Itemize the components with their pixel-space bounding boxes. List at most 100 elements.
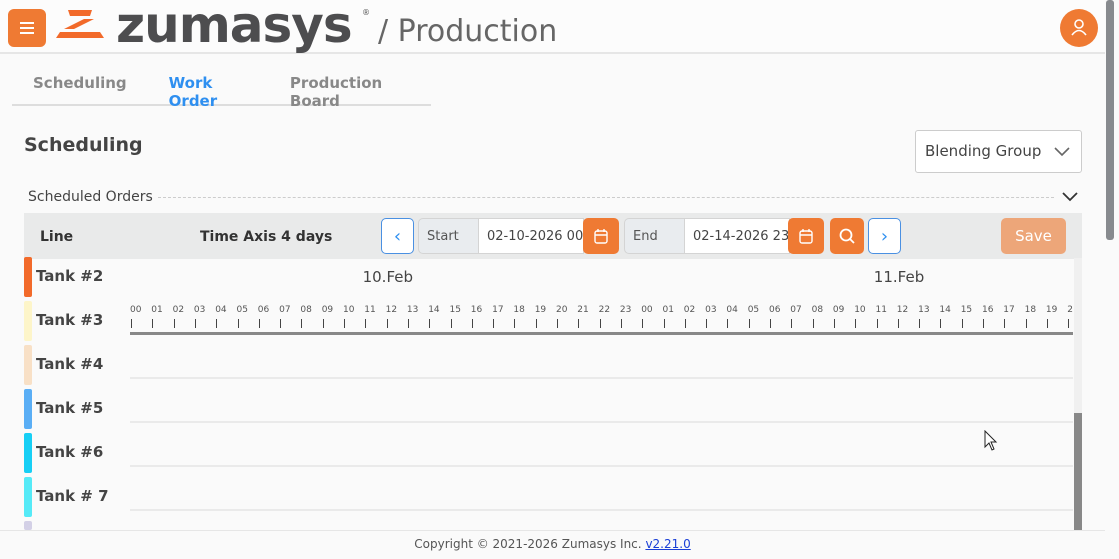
hour-tick: [1025, 319, 1027, 328]
end-calendar-button[interactable]: [788, 218, 824, 254]
tab-scheduling[interactable]: Scheduling: [12, 64, 148, 104]
chart-scrollbar-thumb[interactable]: [1074, 413, 1082, 530]
hour-tick: [386, 319, 388, 328]
search-button[interactable]: [830, 218, 864, 254]
hour-label: 15: [449, 305, 461, 315]
section-heading: Scheduling: [24, 134, 143, 156]
hour-label: 03: [705, 305, 717, 315]
hour-label: 03: [193, 305, 206, 315]
hour-tick: [748, 319, 750, 328]
hour-label: 06: [769, 305, 781, 315]
hour-tick: [280, 319, 282, 328]
hour-label: 18: [513, 305, 525, 315]
hour-label: 09: [832, 305, 845, 315]
row-separator: [130, 465, 1073, 467]
hour-tick: [791, 319, 793, 328]
user-avatar-button[interactable]: [1060, 9, 1098, 47]
timeline-chart[interactable]: 10.Feb 00 01 02 03 04 05 06 07 08 09 10 11 12 13 14 15 16…: [130, 258, 1073, 530]
hour-label: 07: [790, 305, 802, 315]
hour-label: 17: [492, 305, 504, 315]
hour-label: 05: [747, 305, 760, 315]
search-icon: [839, 228, 855, 244]
hour-tick: [812, 319, 814, 328]
calendar-icon: [594, 229, 608, 244]
hour-tick: [152, 319, 154, 328]
hour-tick: [940, 319, 942, 328]
hour-label: 20: [556, 305, 568, 315]
time-axis-line: [130, 332, 1073, 335]
hour-label: 04: [726, 305, 738, 315]
brand-logo: zumasys: [116, 0, 353, 54]
hour-tick: [194, 319, 196, 328]
chevron-left-icon: ‹: [393, 225, 402, 247]
tab-work-order[interactable]: Work Order: [148, 64, 269, 110]
chevron-right-icon: ›: [880, 225, 889, 247]
line-label: Tank #4: [36, 355, 104, 373]
chart-scrollbar[interactable]: [1074, 258, 1082, 530]
start-calendar-button[interactable]: [583, 218, 619, 254]
hour-label: 17: [1003, 305, 1015, 315]
hour-tick: [770, 319, 771, 328]
hour-tick: [493, 319, 495, 328]
version-link[interactable]: v2.21.0: [645, 537, 690, 551]
hour-label: 12: [896, 305, 909, 315]
line-column-header: Line: [40, 229, 74, 245]
hour-tick: [344, 319, 345, 328]
hour-label: 16: [470, 305, 483, 315]
page-scrollbar-thumb[interactable]: [1106, 0, 1114, 240]
hour-label: 13: [406, 305, 419, 315]
mouse-cursor-icon: [984, 430, 998, 451]
collapse-chevron-icon[interactable]: [1062, 192, 1078, 202]
hour-tick: [919, 319, 921, 328]
page-title: / Production: [378, 14, 558, 49]
end-date-input[interactable]: 02-14-2026 23: [684, 218, 790, 254]
hour-tick: [365, 319, 367, 328]
registered-mark: ®: [362, 8, 370, 17]
hour-label: 22: [598, 305, 611, 315]
hour-tick: [237, 319, 239, 328]
hour-tick: [833, 319, 835, 328]
hour-tick: [322, 319, 324, 328]
hour-label: 21: [577, 305, 589, 315]
hour-tick: [407, 319, 409, 328]
hour-label: 16: [982, 305, 994, 315]
hour-tick: [258, 319, 260, 328]
hour-label: 06: [257, 305, 270, 315]
hour-tick: [642, 319, 644, 328]
hour-tick: [535, 319, 537, 328]
start-date-input[interactable]: 02-10-2026 00: [478, 218, 584, 254]
line-color-bar: [24, 477, 32, 517]
hour-tick: [620, 319, 622, 328]
hour-tick: [514, 319, 516, 328]
hour-label: 00: [641, 305, 653, 315]
hour-tick: [599, 319, 601, 328]
hour-tick: [706, 319, 708, 328]
user-icon: [1071, 19, 1087, 36]
row-separator: [130, 377, 1073, 379]
scheduled-orders-title: Scheduled Orders: [28, 189, 153, 205]
hour-label: 09: [321, 305, 334, 315]
menu-button[interactable]: [8, 9, 46, 47]
hour-label: 08: [300, 305, 312, 315]
hour-tick: [450, 319, 452, 328]
hour-label: 11: [875, 305, 887, 315]
hour-label: 05: [236, 305, 248, 315]
tab-production-board[interactable]: Production Board: [269, 64, 431, 110]
hour-label: 23: [619, 305, 632, 315]
next-button[interactable]: ›: [868, 218, 901, 254]
save-button[interactable]: Save: [1001, 218, 1066, 254]
divider: [158, 197, 1054, 198]
hamburger-icon: [20, 22, 34, 24]
day-label: 11.Feb: [873, 268, 925, 286]
line-color-bar: [24, 345, 32, 385]
hour-label: 14: [428, 305, 440, 315]
line-color-bar: [24, 301, 32, 341]
hour-tick: [173, 319, 175, 328]
prev-button[interactable]: ‹: [381, 218, 414, 254]
hour-tick: [216, 319, 218, 328]
group-select[interactable]: Blending Group: [915, 130, 1082, 173]
line-label: Tank #6: [36, 443, 104, 461]
tab-bar: Scheduling Work Order Production Board: [12, 64, 431, 110]
line-color-bar: [24, 433, 32, 473]
line-label: Tank #2: [36, 267, 104, 285]
